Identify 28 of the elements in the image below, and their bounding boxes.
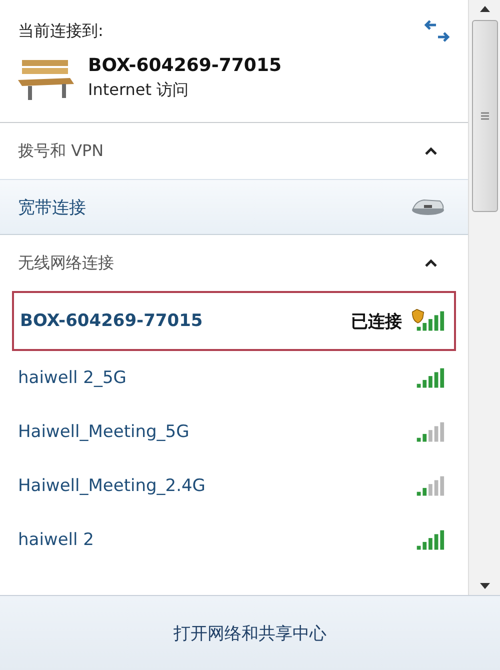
scrollbar[interactable]: [468, 0, 500, 595]
network-name: BOX-604269-77015: [20, 311, 203, 331]
connection-name: 宽带连接: [18, 196, 86, 218]
wifi-network-item[interactable]: Haiwell_Meeting_2.4G: [0, 459, 468, 513]
connection-status: 已连接: [351, 310, 402, 332]
access-status: Internet 访问: [88, 80, 190, 101]
section-title: 无线网络连接: [18, 252, 114, 274]
wifi-network-item[interactable]: Haiwell_Meeting_5G: [0, 405, 468, 459]
network-name: haiwell 2_5G: [18, 368, 126, 388]
network-name: BOX-604269-77015: [88, 55, 282, 76]
scroll-up-icon[interactable]: [478, 4, 490, 14]
network-name: Haiwell_Meeting_2.4G: [18, 476, 206, 496]
collapse-icon[interactable]: [424, 146, 438, 156]
grip-icon: [480, 111, 490, 121]
collapse-icon[interactable]: [424, 258, 438, 268]
section-title: 拨号和 VPN: [18, 140, 104, 162]
wifi-network-item[interactable]: haiwell 2: [0, 513, 468, 567]
scroll-down-icon[interactable]: [478, 581, 490, 591]
network-name: Haiwell_Meeting_5G: [18, 422, 190, 442]
refresh-icon[interactable]: [424, 20, 450, 42]
wifi-network-item[interactable]: haiwell 2_5G: [0, 351, 468, 405]
connection-item[interactable]: 宽带连接: [0, 179, 468, 235]
section-heading: 当前连接到:: [18, 20, 104, 42]
network-name: haiwell 2: [18, 530, 94, 550]
scroll-thumb[interactable]: [472, 20, 498, 212]
modem-icon: [410, 197, 446, 217]
network-center-link[interactable]: 打开网络和共享中心: [174, 622, 326, 644]
wifi-network-item[interactable]: BOX-604269-77015 已连接: [12, 291, 456, 351]
